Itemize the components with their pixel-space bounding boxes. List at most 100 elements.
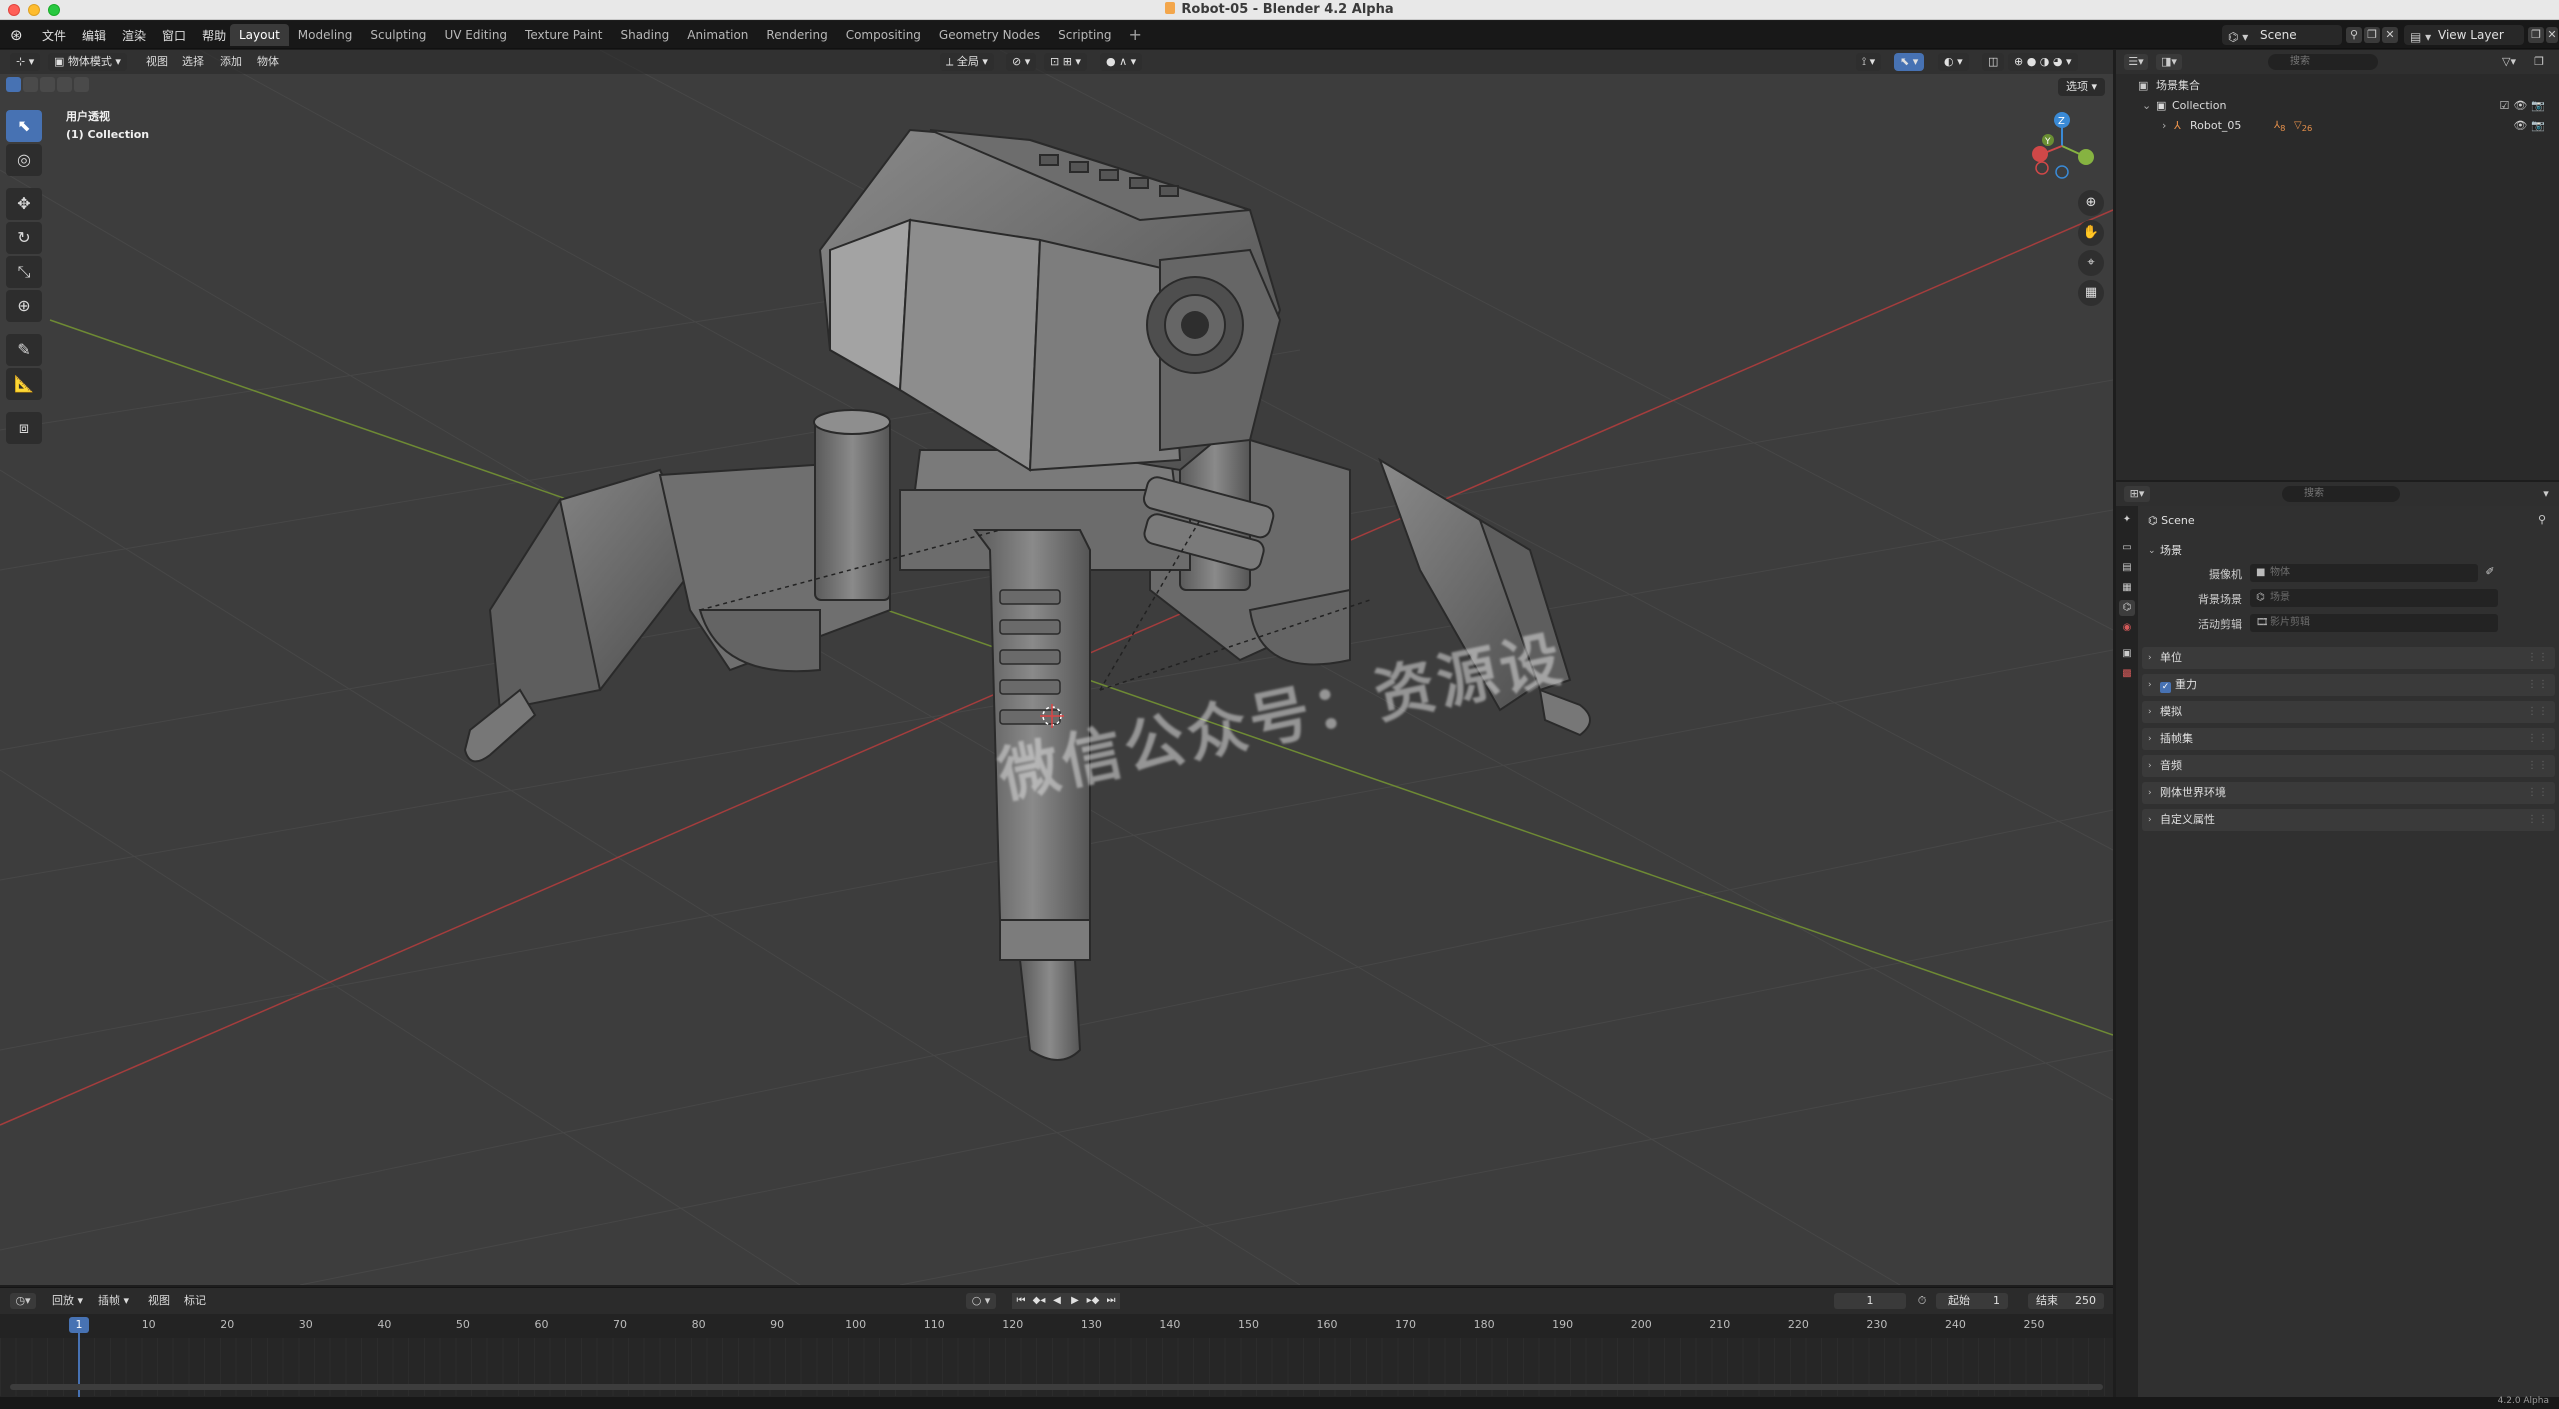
transform-tool-icon[interactable]: ⊕ (6, 290, 42, 322)
3d-viewport[interactable]: ⊹ ▾ ▣ 物体模式 ▾ 视图 选择 添加 物体 ⟂ 全局 ▾ ⊘ ▾ ⊡ ⊞ … (0, 50, 2113, 1285)
end-frame-field[interactable]: 结束 250 (2028, 1293, 2104, 1309)
proportional-edit-icon[interactable]: ● ∧ ▾ (1100, 53, 1143, 71)
panel-scene[interactable]: ⌄ 场景 (2142, 540, 2555, 562)
active-clip-field[interactable]: 🎞 影片剪辑 (2250, 614, 2498, 632)
editor-type-icon[interactable]: ⊹ ▾ (10, 53, 41, 71)
collection-visibility-icons[interactable]: ☑👁📷 (2499, 96, 2549, 116)
frame-ruler[interactable]: 1 10 20 30 40 50 60 70 80 90 100 110 120 130 140 150 16… (0, 1314, 2113, 1338)
outliner-row-robot[interactable]: › ⅄ Robot_05 ⅄8 ▽26 👁📷 (2116, 116, 2559, 136)
menu-edit[interactable]: 编辑 (74, 27, 114, 44)
tab-sculpting[interactable]: Sculpting (361, 24, 435, 46)
select-extend-icon[interactable] (23, 77, 38, 92)
scale-tool-icon[interactable]: ⤡ (6, 256, 42, 288)
view-layer-tab-icon[interactable]: ▦ (2119, 580, 2135, 596)
prev-keyframe-icon[interactable]: ◆◂ (1030, 1293, 1048, 1309)
play-icon[interactable]: ▶ (1066, 1293, 1084, 1309)
delete-view-layer-icon[interactable]: ✕ (2546, 27, 2558, 43)
collection-tab-icon[interactable]: ▣ (2119, 646, 2135, 662)
object-visibility-icons[interactable]: 👁📷 (2513, 116, 2549, 136)
output-tab-icon[interactable]: ▤ (2119, 560, 2135, 576)
annotate-tool-icon[interactable]: ✎ (6, 334, 42, 366)
overlay-toggle-icon[interactable]: ◐ ▾ (1938, 53, 1969, 71)
scene-tab-icon[interactable]: ⌬ (2119, 600, 2135, 616)
texture-tab-icon[interactable]: ▩ (2119, 666, 2135, 682)
gravity-checkbox[interactable]: ✓ (2160, 682, 2171, 693)
transform-orientation-selector[interactable]: ⟂ 全局 ▾ (940, 53, 994, 71)
rotate-tool-icon[interactable]: ↻ (6, 222, 42, 254)
tab-geometry-nodes[interactable]: Geometry Nodes (930, 24, 1049, 46)
gizmo-toggle-icon[interactable]: ⬉ ▾ (1894, 53, 1925, 71)
tab-compositing[interactable]: Compositing (837, 24, 930, 46)
mode-selector[interactable]: ▣ 物体模式 ▾ (48, 53, 127, 71)
expand-arrow-icon[interactable]: › (2162, 116, 2166, 136)
stopwatch-icon[interactable]: ⏱ (1914, 1293, 1930, 1309)
timeline-menu-view[interactable]: 视图 (148, 1288, 170, 1314)
panel-audio[interactable]: › 音频 ⋮⋮ (2142, 755, 2555, 777)
panel-keying-sets[interactable]: › 插帧集 ⋮⋮ (2142, 728, 2555, 750)
expand-arrow-icon[interactable]: ⌄ (2142, 96, 2151, 116)
tab-modeling[interactable]: Modeling (289, 24, 362, 46)
timeline-menu-playback[interactable]: 回放 ▾ (52, 1288, 83, 1314)
current-frame-indicator[interactable]: 1 (69, 1317, 89, 1333)
properties-editor-type-icon[interactable]: ⊞▾ (2124, 486, 2150, 502)
cursor-tool-icon[interactable]: ◎ (6, 144, 42, 176)
panel-units[interactable]: › 单位 ⋮⋮ (2142, 647, 2555, 669)
camera-field[interactable]: ■ 物体 (2250, 564, 2478, 582)
scene-selector[interactable]: ⌬ ▾ Scene (2222, 25, 2342, 45)
outliner-editor-type-icon[interactable]: ☰▾ (2124, 54, 2148, 70)
panel-custom-properties[interactable]: › 自定义属性 ⋮⋮ (2142, 809, 2555, 831)
blender-logo-icon[interactable]: ⊛ (10, 27, 26, 43)
panel-gravity[interactable]: › ✓ 重力 ⋮⋮ (2142, 674, 2555, 696)
pin-icon[interactable]: ⚲ (2534, 512, 2550, 528)
timeline-editor-type-icon[interactable]: ◷▾ (10, 1293, 36, 1309)
viewport-menu-select[interactable]: 选择 (182, 50, 204, 74)
pivot-point-icon[interactable]: ⊘ ▾ (1006, 53, 1037, 71)
display-mode-icon[interactable]: ◨▾ (2156, 54, 2182, 70)
start-frame-field[interactable]: 起始 1 (1936, 1293, 2008, 1309)
properties-options-icon[interactable]: ▾ (2538, 486, 2554, 502)
menu-window[interactable]: 窗口 (154, 27, 194, 44)
select-box-icon[interactable]: ⬉ (6, 110, 42, 142)
timeline-menu-marker[interactable]: 标记 (184, 1288, 206, 1314)
viewport-menu-add[interactable]: 添加 (220, 50, 242, 74)
delete-scene-icon[interactable]: ✕ (2382, 27, 2398, 43)
timeline-scrollbar[interactable] (10, 1384, 2103, 1390)
outliner-row-scene-collection[interactable]: ▣ 场景集合 (2116, 76, 2559, 96)
pan-view-icon[interactable]: ✋ (2078, 220, 2104, 246)
new-view-layer-icon[interactable]: ❐ (2528, 27, 2544, 43)
viewport-menu-object[interactable]: 物体 (257, 50, 279, 74)
tab-rendering[interactable]: Rendering (757, 24, 836, 46)
jump-end-icon[interactable]: ⏭ (1102, 1293, 1120, 1309)
next-keyframe-icon[interactable]: ▸◆ (1084, 1293, 1102, 1309)
panel-simulation[interactable]: › 模拟 ⋮⋮ (2142, 701, 2555, 723)
tab-shading[interactable]: Shading (611, 24, 678, 46)
background-scene-field[interactable]: ⌬ 场景 (2250, 589, 2498, 607)
select-new-icon[interactable] (6, 77, 21, 92)
current-frame-field[interactable]: 1 (1834, 1293, 1906, 1309)
view-layer-selector[interactable]: ▤ ▾ View Layer (2404, 25, 2524, 45)
shading-mode-icons[interactable]: ⊕ ● ◑ ◕ ▾ (2008, 53, 2078, 71)
select-difference-icon[interactable] (57, 77, 72, 92)
outliner-row-collection[interactable]: ⌄ ▣ Collection ☑👁📷 (2116, 96, 2559, 116)
eyedropper-icon[interactable]: ✐ (2482, 564, 2498, 580)
render-tab-icon[interactable]: ▭ (2119, 540, 2135, 556)
jump-start-icon[interactable]: ⏮ (1012, 1293, 1030, 1309)
panel-rigid-body-world[interactable]: › 刚体世界环境 ⋮⋮ (2142, 782, 2555, 804)
filter-icon[interactable]: ▽▾ (2496, 54, 2522, 70)
auto-keying-icon[interactable]: ○ ▾ (966, 1293, 996, 1309)
new-collection-icon[interactable]: ❐ (2528, 54, 2550, 70)
tab-texture-paint[interactable]: Texture Paint (516, 24, 611, 46)
tab-scripting[interactable]: Scripting (1049, 24, 1120, 46)
move-tool-icon[interactable]: ✥ (6, 188, 42, 220)
viewport-menu-view[interactable]: 视图 (146, 50, 168, 74)
pin-scene-icon[interactable]: ⚲ (2346, 27, 2362, 43)
xray-toggle-icon[interactable]: ◫ (1982, 53, 2005, 71)
add-workspace-button[interactable]: + (1121, 24, 1150, 46)
tool-tab-icon[interactable]: ✦ (2119, 512, 2135, 528)
snap-toggle-icon[interactable]: ⊡ ⊞ ▾ (1044, 53, 1087, 71)
perspective-toggle-icon[interactable]: ▦ (2078, 280, 2104, 306)
world-tab-icon[interactable]: ◉ (2119, 620, 2135, 636)
menu-file[interactable]: 文件 (34, 27, 74, 44)
select-subtract-icon[interactable] (40, 77, 55, 92)
timeline-menu-keying[interactable]: 插帧 ▾ (98, 1288, 129, 1314)
